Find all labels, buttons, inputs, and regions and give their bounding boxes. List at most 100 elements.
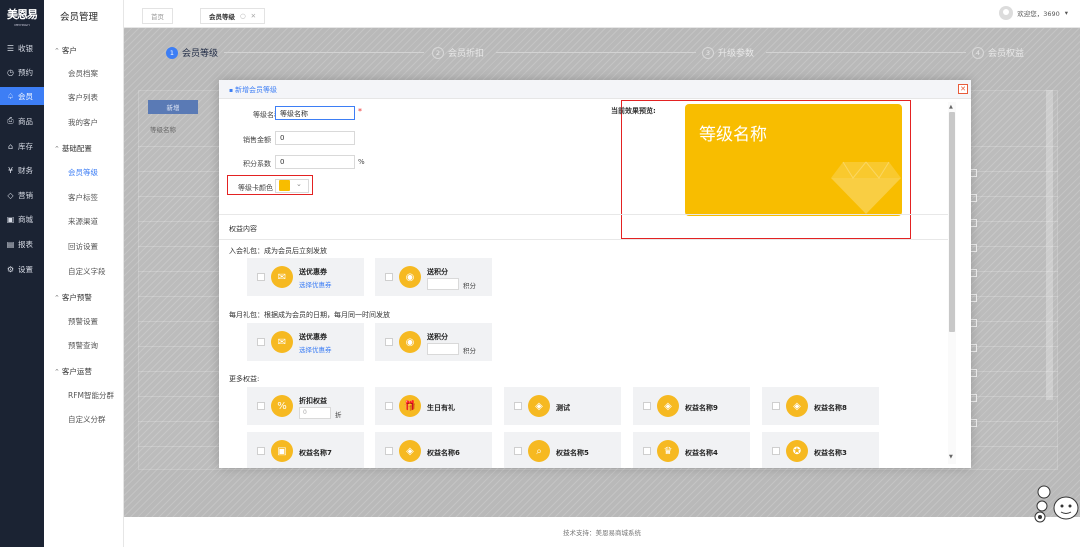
nav-item-settings[interactable]: ⚙ 设置: [0, 260, 44, 278]
monthly-coupon-card[interactable]: ✉ 送优惠券 选择优惠券: [247, 323, 364, 361]
nav-label: 库存: [18, 141, 33, 151]
benefit-card[interactable]: ◈ 测试: [504, 387, 621, 425]
benefit-checkbox[interactable]: [643, 447, 651, 455]
nav-item-booking[interactable]: ◷ 预约: [0, 63, 44, 81]
points-unit: 积分: [463, 347, 476, 355]
sub-group-config[interactable]: ⌃ 基础配置: [54, 143, 92, 154]
step-4[interactable]: 4 会员权益: [972, 46, 1024, 59]
main-sidebar: 美恩易 MEIYINGYI ☰ 收银 ◷ 预约 ♤ 会员 ⎙ 商品 ⌂ 库存 ¥ 财务 ◇ 营…: [0, 0, 44, 547]
join-points-checkbox[interactable]: [385, 273, 393, 281]
sub-item-member-level[interactable]: 会员等级: [68, 167, 98, 178]
nav-item-mall[interactable]: ▣ 商城: [0, 210, 44, 228]
benefit-card[interactable]: ♛ 权益名称4: [633, 432, 750, 468]
benefit-checkbox[interactable]: [385, 447, 393, 455]
close-icon[interactable]: ✕: [251, 12, 256, 20]
sub-group-customer[interactable]: ⌃ 客户: [54, 45, 77, 56]
sales-amount-input[interactable]: 0: [275, 131, 355, 145]
sub-item-custom-group[interactable]: 自定义分群: [68, 414, 106, 425]
scroll-up-icon[interactable]: ▲: [949, 104, 953, 110]
monthly-points-input[interactable]: [427, 343, 459, 355]
benefit-name: 权益名称5: [556, 449, 589, 457]
sub-group-label: 客户运营: [61, 367, 92, 376]
benefit-checkbox[interactable]: [643, 402, 651, 410]
benefit-checkbox[interactable]: [772, 447, 780, 455]
step-number: 2: [432, 46, 444, 59]
percent-unit: %: [358, 158, 365, 166]
tab-home[interactable]: 首页: [142, 8, 173, 24]
benefit-card[interactable]: ◈ 权益名称6: [375, 432, 492, 468]
nav-item-report[interactable]: ▤ 报表: [0, 235, 44, 253]
nav-item-goods[interactable]: ⎙ 商品: [0, 112, 44, 130]
benefit-checkbox[interactable]: [514, 402, 522, 410]
close-button[interactable]: ✕: [958, 84, 968, 94]
benefit-name: 权益名称6: [427, 449, 460, 457]
dialog-scrollbar[interactable]: ▲ ▼: [948, 102, 956, 464]
nav-label: 营销: [18, 190, 33, 200]
sub-item-warn-query[interactable]: 预警查询: [68, 340, 98, 351]
benefit-card[interactable]: ◈ 权益名称8: [762, 387, 879, 425]
benefit-checkbox[interactable]: [257, 447, 265, 455]
caret-down-icon: ▾: [1064, 9, 1068, 17]
discount-checkbox[interactable]: [257, 402, 265, 410]
benefit-card[interactable]: ✪ 权益名称3: [762, 432, 879, 468]
sub-item-source-channel[interactable]: 来源渠道: [68, 216, 98, 227]
chevron-up-icon: ⌃: [54, 47, 60, 55]
discount-benefit-card[interactable]: % 折扣权益 0 折: [247, 387, 364, 425]
benefit-name: 权益名称4: [685, 449, 718, 457]
sub-item-rfm[interactable]: RFM智能分群: [68, 390, 114, 401]
join-coupon-card[interactable]: ✉ 送优惠券 选择优惠券: [247, 258, 364, 296]
step-number: 4: [972, 46, 984, 59]
scrollbar-thumb[interactable]: [949, 112, 955, 332]
assistant-mascot-icon[interactable]: [1028, 484, 1080, 524]
nav-item-finance[interactable]: ¥ 财务: [0, 161, 44, 179]
discount-input[interactable]: 0: [299, 407, 331, 419]
step-connector: [766, 52, 966, 53]
benefit-checkbox[interactable]: [385, 402, 393, 410]
step-2[interactable]: 2 会员折扣: [432, 46, 484, 59]
table-scrollbar[interactable]: [1046, 90, 1053, 400]
scroll-down-icon[interactable]: ▼: [949, 454, 953, 460]
nav-item-member[interactable]: ♤ 会员: [0, 87, 44, 105]
benefit-checkbox[interactable]: [514, 447, 522, 455]
nav-item-marketing[interactable]: ◇ 营销: [0, 186, 44, 204]
sub-item-warn-settings[interactable]: 预警设置: [68, 316, 98, 327]
sub-item-custom-fields[interactable]: 自定义字段: [68, 266, 106, 277]
user-menu[interactable]: 欢迎您，3690 ▾: [999, 6, 1068, 20]
benefit-card[interactable]: ⌕ 权益名称5: [504, 432, 621, 468]
benefit-checkbox[interactable]: [772, 402, 780, 410]
brand-logo[interactable]: 美恩易 MEIYINGYI: [0, 0, 44, 32]
level-name-input[interactable]: 等级名称: [275, 106, 355, 120]
sub-group-ops[interactable]: ⌃ 客户运营: [54, 366, 92, 377]
monthly-coupon-checkbox[interactable]: [257, 338, 265, 346]
color-swatch: [279, 180, 290, 191]
sub-group-warning[interactable]: ⌃ 客户预警: [54, 292, 92, 303]
benefit-name: 权益名称9: [685, 404, 718, 412]
sub-item-member-file[interactable]: 会员档案: [68, 68, 98, 79]
sub-item-customer-list[interactable]: 客户列表: [68, 92, 98, 103]
coupon-icon: ✉: [269, 329, 295, 355]
benefit-card[interactable]: ▣ 权益名称7: [247, 432, 364, 468]
monthly-points-checkbox[interactable]: [385, 338, 393, 346]
nav-item-stock[interactable]: ⌂ 库存: [0, 137, 44, 155]
nav-item-cashier[interactable]: ☰ 收银: [0, 39, 44, 57]
step-1[interactable]: 1 会员等级: [166, 46, 218, 59]
benefit-card[interactable]: 🎁 生日有礼: [375, 387, 492, 425]
join-points-card[interactable]: ◉ 送积分 积分: [375, 258, 492, 296]
monthly-points-card[interactable]: ◉ 送积分 积分: [375, 323, 492, 361]
benefit-card[interactable]: ◈ 权益名称9: [633, 387, 750, 425]
step-3[interactable]: 3 升级参数: [702, 46, 754, 59]
choose-coupon-link[interactable]: 选择优惠券: [299, 344, 332, 354]
sub-item-customer-tags[interactable]: 客户标签: [68, 192, 98, 203]
nav-label: 会员: [18, 91, 33, 101]
choose-coupon-link[interactable]: 选择优惠券: [299, 279, 332, 289]
sub-item-my-customers[interactable]: 我的客户: [68, 117, 98, 128]
refresh-icon[interactable]: ○: [240, 12, 246, 20]
join-coupon-checkbox[interactable]: [257, 273, 265, 281]
join-points-input[interactable]: [427, 278, 459, 290]
step-number: 3: [702, 46, 714, 59]
add-level-button[interactable]: 新增: [148, 100, 198, 114]
tab-member-level[interactable]: 会员等级 ○ ✕: [200, 8, 266, 24]
card-color-label: 等级卡颜色: [238, 184, 273, 192]
sub-item-followup[interactable]: 回访设置: [68, 241, 98, 252]
points-ratio-input[interactable]: 0: [275, 155, 355, 169]
